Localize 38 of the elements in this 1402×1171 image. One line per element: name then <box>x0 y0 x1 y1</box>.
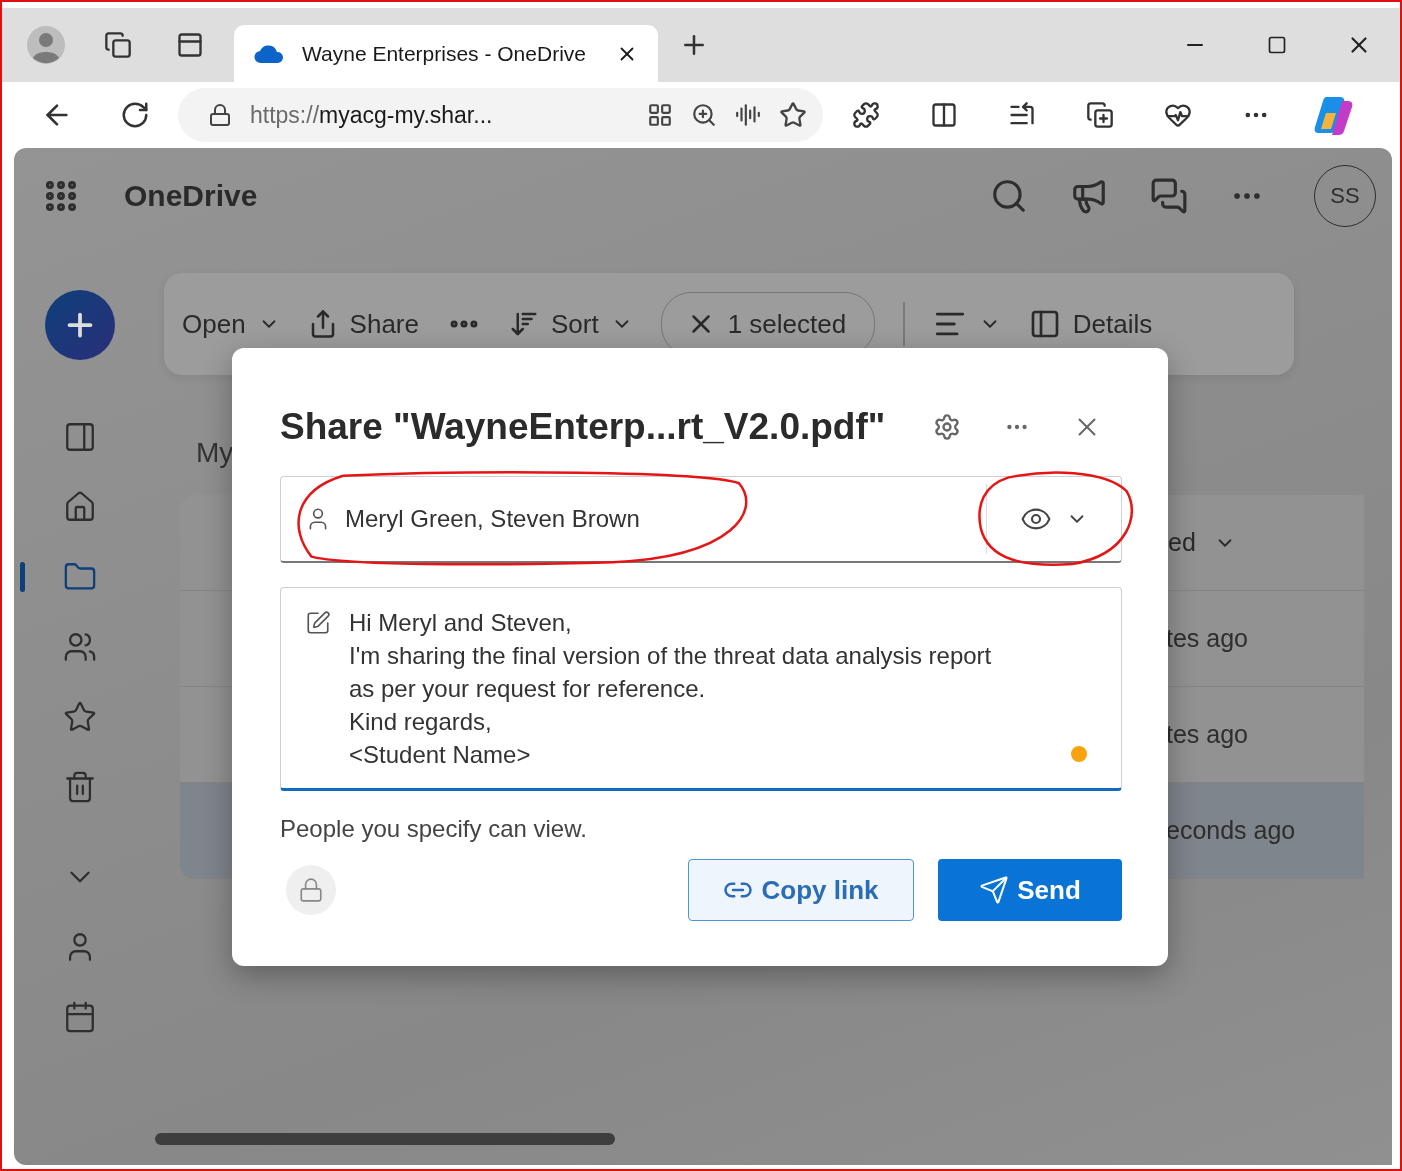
edit-icon <box>305 610 331 636</box>
zoom-icon[interactable] <box>691 102 717 128</box>
message-text: Hi Meryl and Steven, I'm sharing the final version of the threat data analysis report as per your request for reference. Kind regards, <Student Name> <box>349 608 992 770</box>
app-name: OneDrive <box>124 178 258 213</box>
chat-icon[interactable] <box>1150 176 1188 215</box>
details-button[interactable]: Details <box>1028 308 1153 340</box>
home-icon[interactable] <box>63 490 97 524</box>
permission-caption: People you specify can view. <box>280 815 588 843</box>
copy-link-button[interactable]: Copy link <box>688 859 914 921</box>
browser-tab[interactable]: Wayne Enterprises - OneDrive <box>234 25 658 82</box>
open-button[interactable]: Open <box>182 308 280 340</box>
address-bar[interactable]: https://myacg-my.shar... <box>178 88 823 142</box>
app-grid-icon[interactable] <box>647 102 673 128</box>
modified-text: econds ago <box>1166 816 1296 845</box>
read-aloud-icon[interactable] <box>735 102 761 128</box>
recycle-bin-icon[interactable] <box>63 770 97 804</box>
share-button[interactable]: Share <box>307 308 419 340</box>
page-heading: My <box>196 437 235 469</box>
column-header[interactable]: ed <box>1168 528 1196 557</box>
url-text: https://myacg-my.shar... <box>250 101 494 129</box>
sort-button[interactable]: Sort <box>509 308 633 340</box>
cloud-icon <box>254 43 284 64</box>
modified-text: tes ago <box>1166 720 1248 749</box>
send-icon <box>979 875 1010 905</box>
favorite-star-icon[interactable] <box>779 101 807 129</box>
lock-button[interactable] <box>286 865 336 915</box>
people-icon[interactable] <box>63 630 97 664</box>
pane-icon[interactable] <box>63 420 97 454</box>
star-icon[interactable] <box>63 700 97 734</box>
calendar-icon[interactable] <box>63 1000 97 1034</box>
dialog-title: Share "WayneEnterp...rt_V2.0.pdf" <box>280 406 887 448</box>
recipients-field[interactable]: Meryl Green, Steven Brown <box>280 476 1122 563</box>
message-field[interactable]: Hi Meryl and Steven, I'm sharing the final version of the threat data analysis report as per your request for reference. Kind regards, <Student Name> <box>280 587 1122 791</box>
send-button[interactable]: Send <box>938 859 1122 921</box>
lock-icon <box>208 103 232 127</box>
status-dot <box>1071 746 1087 762</box>
modified-text: tes ago <box>1166 624 1248 653</box>
lock-icon <box>298 877 324 903</box>
